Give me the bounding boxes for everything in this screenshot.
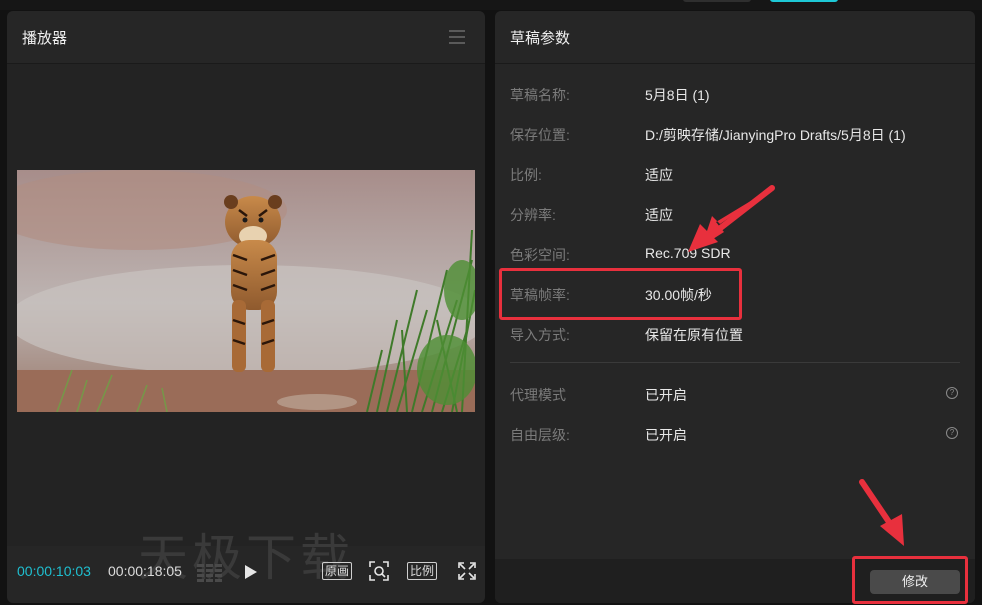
help-icon[interactable]: ? bbox=[946, 387, 958, 399]
draft-title: 草稿参数 bbox=[510, 30, 571, 47]
param-value: 适应 bbox=[645, 167, 673, 183]
param-label: 比例: bbox=[510, 167, 542, 183]
tiger-video-thumbnail bbox=[17, 170, 475, 412]
param-value: 5月8日 (1) bbox=[645, 87, 710, 103]
param-value: Rec.709 SDR bbox=[645, 245, 731, 261]
param-value: 保留在原有位置 bbox=[645, 327, 743, 343]
help-icon[interactable]: ? bbox=[946, 427, 958, 439]
param-row-resolution: 分辨率: 适应 bbox=[510, 205, 960, 225]
total-time: 00:00:18:05 bbox=[108, 563, 182, 579]
player-title: 播放器 bbox=[22, 30, 68, 47]
player-controls: 00:00:10:03 00:00:18:05 原画 比例 bbox=[7, 559, 485, 583]
toolbar-button[interactable] bbox=[683, 0, 751, 2]
param-row-import-mode: 导入方式: 保留在原有位置 bbox=[510, 325, 960, 345]
param-label: 代理模式 bbox=[510, 387, 566, 403]
player-header: 播放器 bbox=[7, 11, 485, 64]
menu-icon[interactable] bbox=[449, 30, 465, 44]
param-label: 保存位置: bbox=[510, 127, 570, 143]
param-label: 色彩空间: bbox=[510, 247, 570, 263]
fullscreen-icon[interactable] bbox=[458, 562, 476, 585]
divider bbox=[510, 362, 960, 363]
zoom-icon[interactable] bbox=[369, 561, 389, 586]
timeline-grid-icon[interactable] bbox=[196, 562, 224, 587]
draft-header: 草稿参数 bbox=[495, 11, 975, 64]
modify-button-highlight-box bbox=[852, 556, 968, 604]
video-viewport[interactable]: 天极下载 bbox=[7, 64, 485, 587]
param-row-ratio: 比例: 适应 bbox=[510, 165, 960, 185]
original-quality-button[interactable]: 原画 bbox=[322, 562, 353, 580]
param-label: 自由层级: bbox=[510, 427, 570, 443]
param-row-name: 草稿名称: 5月8日 (1) bbox=[510, 85, 960, 105]
param-value: 已开启 bbox=[645, 427, 687, 443]
param-label: 草稿名称: bbox=[510, 87, 570, 103]
param-label: 分辨率: bbox=[510, 207, 556, 223]
param-label: 导入方式: bbox=[510, 327, 570, 343]
top-toolbar-strip bbox=[0, 0, 982, 10]
param-row-save-location: 保存位置: D:/剪映存储/JianyingPro Drafts/5月8日 (1… bbox=[510, 125, 960, 145]
param-row-color-space: 色彩空间: Rec.709 SDR bbox=[510, 245, 960, 265]
param-row-proxy-mode: 代理模式 已开启 ? bbox=[510, 385, 960, 405]
video-frame bbox=[17, 170, 475, 412]
export-button[interactable] bbox=[770, 0, 838, 2]
param-value: 适应 bbox=[645, 207, 673, 223]
frame-rate-highlight-box bbox=[499, 268, 742, 320]
param-value: D:/剪映存储/JianyingPro Drafts/5月8日 (1) bbox=[645, 127, 906, 143]
ratio-button[interactable]: 比例 bbox=[407, 562, 438, 580]
param-row-free-layer: 自由层级: 已开启 ? bbox=[510, 425, 960, 445]
player-panel: 播放器 天极下载 00:00:10:03 00:00:18:05 原画 比例 bbox=[7, 11, 485, 603]
play-icon[interactable] bbox=[244, 564, 258, 585]
param-value: 已开启 bbox=[645, 387, 687, 403]
current-time: 00:00:10:03 bbox=[17, 563, 91, 579]
